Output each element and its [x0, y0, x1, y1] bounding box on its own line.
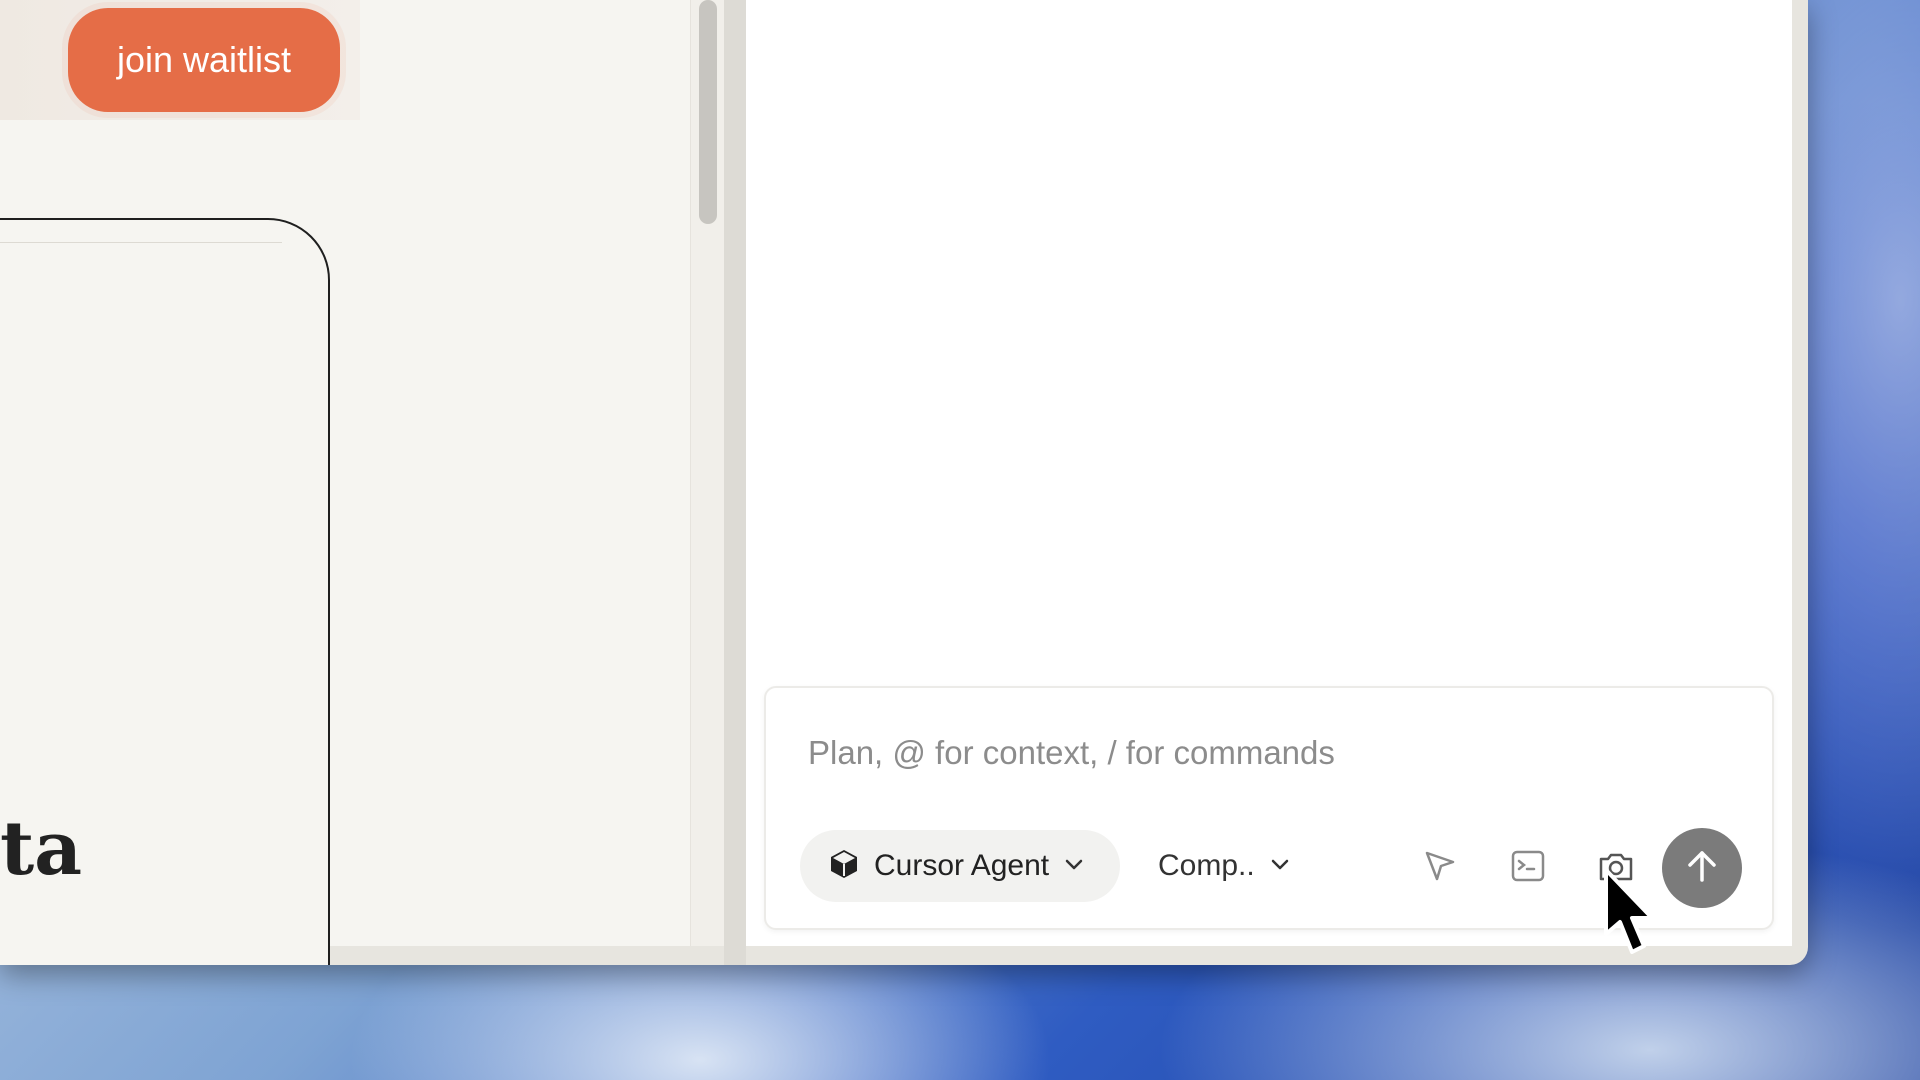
pointer-select-icon[interactable]: [1418, 844, 1462, 888]
preview-scrollbar-thumb[interactable]: [699, 0, 717, 224]
arrow-up-icon: [1682, 846, 1722, 891]
card-divider: [0, 242, 282, 243]
agent-selector-button[interactable]: Cursor Agent: [800, 830, 1120, 902]
mouse-cursor-icon: [1602, 868, 1658, 963]
chevron-down-icon: [1269, 853, 1291, 880]
cube-icon: [828, 848, 860, 885]
card-heading-fragment: ta: [0, 806, 83, 892]
web-preview-pane: join waitlist ta: [0, 0, 725, 965]
terminal-icon[interactable]: [1506, 844, 1550, 888]
chevron-down-icon: [1063, 853, 1085, 880]
send-button[interactable]: [1662, 828, 1742, 908]
join-waitlist-button[interactable]: join waitlist: [68, 8, 340, 112]
pane-divider[interactable]: [724, 0, 746, 965]
model-selector-label: Comp..: [1158, 849, 1255, 882]
agent-selector-label: Cursor Agent: [874, 849, 1050, 882]
chat-input[interactable]: [806, 730, 1710, 776]
model-selector-button[interactable]: Comp..: [1148, 830, 1328, 902]
